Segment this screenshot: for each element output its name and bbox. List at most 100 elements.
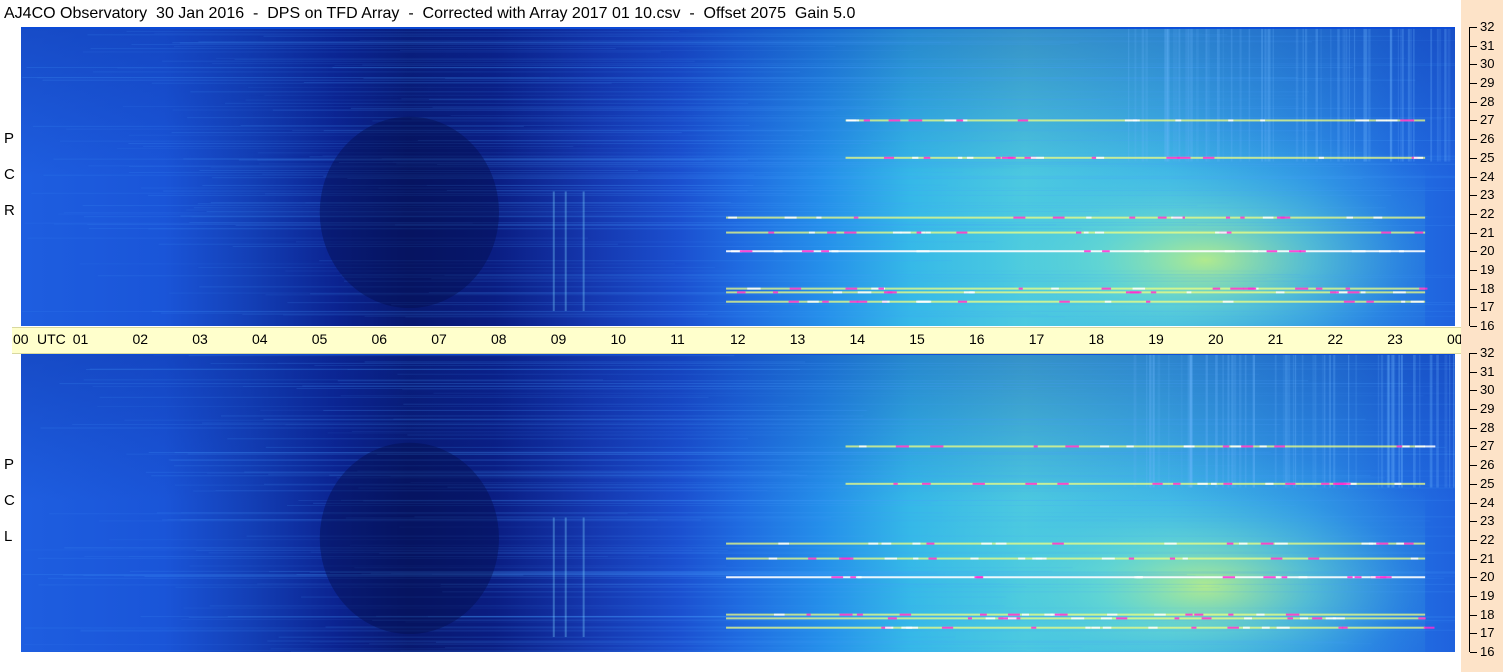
lcp-interference-speck <box>1185 613 1193 616</box>
rcp-interference-band-20 <box>726 250 1426 253</box>
rcp-texture-streak <box>446 189 1455 191</box>
rcp-vertical-stripe <box>1444 27 1447 162</box>
lcp-texture-streak <box>220 415 864 417</box>
rcp-texture-streak <box>391 304 1455 306</box>
lcp-burst-streak <box>564 517 567 638</box>
rcp-texture-streak <box>26 66 1206 68</box>
lcp-texture-streak <box>227 438 749 440</box>
freq-tick-mark-top-31 <box>1470 45 1477 47</box>
rcp-texture-streak <box>359 39 1455 41</box>
lcp-vertical-stripe <box>1301 353 1304 488</box>
lcp-interference-speck <box>778 542 790 545</box>
lcp-texture-streak <box>358 487 1455 489</box>
lcp-interference-speck <box>881 542 892 545</box>
rcp-interference-speck <box>1375 119 1387 122</box>
lcp-interference-speck <box>808 557 817 560</box>
lcp-interference-speck <box>1182 557 1188 560</box>
rcp-interference-speck <box>963 291 975 294</box>
lcp-interference-speck <box>970 557 979 560</box>
lcp-texture-streak <box>414 516 1455 518</box>
lcp-interference-speck <box>841 557 854 560</box>
freq-tick-bot-25: 25 <box>1480 475 1495 491</box>
rcp-texture-streak <box>342 276 1455 278</box>
rcp-texture-streak <box>117 148 939 150</box>
rcp-interference-speck <box>736 291 746 294</box>
time-axis-unit: UTC <box>37 331 66 347</box>
rcp-interference-speck <box>923 156 931 159</box>
rcp-texture-streak <box>22 76 1298 78</box>
rcp-texture-streak <box>198 41 1313 43</box>
lcp-texture-streak <box>59 383 1408 385</box>
lcp-interference-speck <box>1152 482 1163 485</box>
rcp-interference-speck <box>788 300 799 303</box>
lcp-interference-speck <box>773 613 785 616</box>
lcp-interference-speck <box>1194 613 1204 616</box>
rcp-vertical-stripe <box>1389 27 1393 162</box>
lcp-texture-streak <box>372 619 1455 621</box>
lcp-interference-speck <box>1276 626 1290 629</box>
rcp-letter-c: C <box>4 166 15 183</box>
lcp-texture-streak <box>340 395 1424 397</box>
freq-tick-top-21: 21 <box>1480 224 1495 240</box>
rcp-interference-speck <box>1059 300 1070 303</box>
freq-tick-mark-bot-23 <box>1470 521 1477 523</box>
time-tick-4: 04 <box>252 331 268 347</box>
lcp-interference-speck <box>1275 576 1280 579</box>
rcp-texture-streak <box>432 106 870 108</box>
lcp-interference-speck <box>1136 576 1143 579</box>
lcp-texture-streak <box>341 499 1455 501</box>
time-tick-23: 23 <box>1387 331 1403 347</box>
lcp-texture-streak <box>440 586 1027 588</box>
lcp-interference-speck <box>1065 445 1079 448</box>
rcp-interference-speck <box>1393 291 1406 294</box>
lcp-interference-speck <box>856 613 863 616</box>
rcp-interference-band-17.8 <box>726 291 1426 294</box>
rcp-interference-speck <box>1242 287 1257 290</box>
rcp-interference-speck <box>912 156 919 159</box>
rcp-interference-speck <box>1086 216 1092 219</box>
lcp-interference-speck <box>839 613 853 616</box>
rcp-vertical-stripe <box>1305 27 1307 162</box>
lcp-interference-speck <box>1403 542 1414 545</box>
lcp-texture-streak <box>174 465 1236 467</box>
lcp-interference-speck <box>1100 617 1112 620</box>
freq-tick-mark-bot-24 <box>1470 502 1477 504</box>
freq-tick-top-28: 28 <box>1480 93 1495 109</box>
rcp-interference-speck <box>1330 291 1339 294</box>
freq-tick-top-19: 19 <box>1480 261 1495 277</box>
rcp-interference-speck <box>1413 156 1424 159</box>
lcp-interference-speck <box>1312 617 1323 620</box>
rcp-interference-speck <box>1052 216 1065 219</box>
rcp-vertical-stripe <box>1141 27 1145 162</box>
lcp-interference-speck <box>1035 557 1047 560</box>
lcp-interference-speck <box>941 626 954 629</box>
lcp-interference-speck <box>1021 613 1030 616</box>
freq-tick-bot-20: 20 <box>1480 569 1495 585</box>
freq-tick-mark-top-21 <box>1470 232 1477 234</box>
rcp-interference-speck <box>956 231 968 234</box>
rcp-interference-speck <box>1230 287 1244 290</box>
lcp-vertical-stripe <box>1321 353 1323 488</box>
lcp-interference-speck <box>1148 626 1158 629</box>
lcp-texture-streak <box>98 520 1431 522</box>
lcp-texture-streak <box>270 648 1070 650</box>
time-tick-8: 08 <box>491 331 507 347</box>
lcp-interference-speck <box>995 542 1007 545</box>
lcp-interference-speck <box>1211 482 1217 485</box>
lcp-interference-speck <box>1333 482 1347 485</box>
time-tick-22: 22 <box>1327 331 1344 347</box>
lcp-interference-speck <box>859 445 867 448</box>
lcp-quiet-minimum <box>319 442 499 635</box>
lcp-texture-streak <box>80 630 1228 632</box>
lcp-interference-speck <box>1071 617 1085 620</box>
rcp-texture-streak <box>141 187 918 189</box>
lcp-vertical-stripe <box>1205 353 1208 488</box>
freq-tick-bot-21: 21 <box>1480 550 1495 566</box>
lcp-vertical-stripe <box>1287 353 1291 488</box>
lcp-interference-speck <box>1263 576 1276 579</box>
freq-tick-mark-top-23 <box>1470 195 1477 197</box>
time-tick-7: 07 <box>431 331 447 347</box>
freq-tick-mark-top-27 <box>1470 120 1477 122</box>
rcp-interference-speck <box>1401 300 1406 303</box>
rcp-interference-speck <box>887 291 897 294</box>
